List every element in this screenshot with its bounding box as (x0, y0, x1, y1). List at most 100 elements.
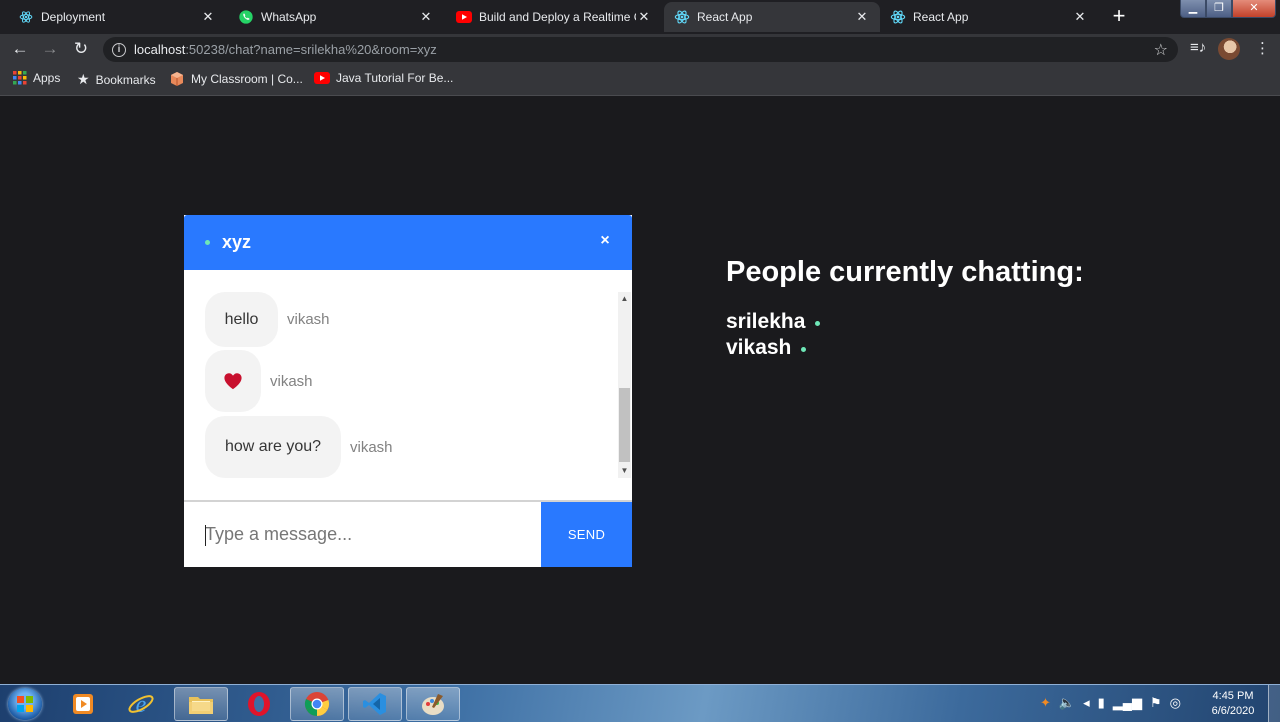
speaker-icon[interactable]: 🔈 (1059, 695, 1075, 711)
system-tray: ✦ 🔈 ◂ ▮ ▂▄▆ ⚑ ◎ (1040, 695, 1181, 711)
message-item: hello vikash (205, 292, 330, 347)
message-text: how are you? (224, 438, 322, 455)
back-button[interactable]: ← (9, 38, 31, 60)
react-icon (18, 9, 34, 25)
tab-whatsapp[interactable]: WhatsApp ✕ (228, 2, 444, 32)
react-icon (674, 9, 690, 25)
battery-icon[interactable]: ▮ (1098, 695, 1105, 711)
message-sender: vikash (270, 372, 313, 390)
message-item: how are you? vikash (205, 416, 393, 478)
chat-container: xyz × hello vikash vikash how are you? v… (184, 215, 632, 567)
tab-close-icon[interactable]: ✕ (854, 9, 870, 25)
tab-title: React App (913, 10, 969, 24)
vscode-icon[interactable] (348, 687, 402, 721)
message-bubble: how are you? (205, 416, 341, 478)
user-name: vikash (726, 336, 792, 359)
paint-icon[interactable] (406, 687, 460, 721)
clock-date: 6/6/2020 (1211, 705, 1255, 717)
message-bubble (205, 350, 261, 412)
message-sender: vikash (287, 311, 330, 328)
internet-explorer-icon[interactable]: e (114, 687, 168, 721)
message-sender: vikash (350, 438, 393, 456)
scroll-thumb[interactable] (619, 388, 630, 462)
message-bubble: hello (205, 292, 278, 347)
file-explorer-icon[interactable] (174, 687, 228, 721)
sync-icon[interactable]: ◎ (1170, 695, 1181, 711)
minimize-button[interactable]: ▁ (1180, 0, 1206, 18)
bookmark-label: My Classroom | Co... (191, 72, 303, 86)
user-list-item: srilekha (726, 309, 1084, 335)
menu-kebab-icon[interactable]: ⋮ (1255, 39, 1270, 57)
volume-icon[interactable]: ◂ (1083, 695, 1090, 711)
new-tab-button[interactable]: + (1105, 4, 1133, 30)
chrome-icon[interactable] (290, 687, 344, 721)
message-input[interactable] (184, 502, 541, 567)
user-name: srilekha (726, 310, 806, 333)
start-button[interactable] (8, 688, 42, 720)
apps-grid-icon (13, 71, 27, 85)
online-icon (815, 320, 821, 326)
info-icon[interactable]: i (112, 42, 126, 57)
close-window-button[interactable]: ✕ (1232, 0, 1276, 18)
message-text: hello (224, 310, 259, 328)
clock-time: 4:45 PM (1212, 690, 1254, 702)
room-name: xyz (222, 232, 252, 252)
scroll-up-icon[interactable]: ▲ (618, 292, 631, 306)
tab-youtube-tutorial[interactable]: Build and Deploy a Realtime Ch ✕ (446, 2, 662, 32)
tab-close-icon[interactable]: ✕ (418, 9, 434, 25)
tab-close-icon[interactable]: ✕ (1072, 9, 1088, 25)
opera-icon[interactable] (232, 687, 286, 721)
browser-tab-strip: Deployment ✕ WhatsApp ✕ Build and Deploy… (0, 0, 1280, 34)
taskbar-clock[interactable]: 4:45 PM 6/6/2020 (1200, 689, 1266, 719)
windows-media-icon[interactable] (56, 687, 110, 721)
online-icon (801, 346, 807, 352)
address-bar[interactable]: i localhost:50238/chat?name=srilekha%20&… (103, 37, 1178, 62)
network-signal-icon[interactable]: ▂▄▆ (1113, 695, 1142, 711)
show-desktop-button[interactable] (1268, 685, 1280, 722)
bookmark-label: Java Tutorial For Be... (336, 71, 454, 85)
people-title: People currently chatting: (726, 256, 1084, 288)
tab-title: Deployment (41, 10, 106, 24)
bookmark-apps[interactable]: Apps (13, 71, 60, 85)
url-path: :50238/chat?name=srilekha%20&room=xyz (185, 42, 437, 57)
media-control-icon[interactable]: ≡♪ (1190, 39, 1206, 56)
windows-logo-icon (17, 696, 33, 712)
user-list-item: vikash (726, 335, 1084, 361)
messages-list[interactable]: hello vikash vikash how are you? vikash … (184, 270, 632, 500)
chat-header: xyz × (184, 215, 632, 270)
tab-title: Build and Deploy a Realtime Ch (479, 10, 636, 24)
youtube-icon (456, 9, 472, 25)
messages-scrollbar[interactable]: ▲ ▼ (618, 292, 631, 478)
bookmarks-bar: Apps ★ Bookmarks My Classroom | Co... Ja… (0, 64, 1280, 96)
tab-react-app-active[interactable]: React App ✕ (664, 2, 880, 32)
browser-toolbar: ← → ↻ i localhost:50238/chat?name=srilek… (0, 34, 1280, 64)
people-panel: People currently chatting: srilekha vika… (726, 256, 1084, 361)
react-icon (890, 9, 906, 25)
maximize-button[interactable]: ❐ (1206, 0, 1232, 18)
text-caret (205, 525, 206, 546)
bookmark-my-classroom[interactable]: My Classroom | Co... (169, 71, 303, 87)
tab-deployment[interactable]: Deployment ✕ (0, 2, 226, 32)
tab-close-icon[interactable]: ✕ (200, 9, 216, 25)
reload-button[interactable]: ↻ (70, 38, 92, 60)
profile-avatar[interactable] (1218, 38, 1240, 60)
whatsapp-icon (238, 9, 254, 25)
scroll-down-icon[interactable]: ▼ (618, 464, 631, 478)
windows-taskbar: e ✦ 🔈 ◂ ▮ ▂▄▆ ⚑ ◎ 4:45 PM 6/6/2020 (0, 684, 1280, 722)
forward-button[interactable]: → (39, 38, 61, 60)
send-button[interactable]: send (541, 502, 632, 567)
action-center-icon[interactable]: ⚑ (1150, 695, 1162, 711)
tab-title: React App (697, 10, 753, 24)
url-host: localhost (134, 42, 186, 57)
bookmark-star-icon[interactable]: ☆ (1154, 40, 1168, 60)
tab-react-app[interactable]: React App ✕ (882, 2, 1098, 32)
bookmark-bookmarks[interactable]: ★ Bookmarks (77, 71, 156, 88)
bookmark-java-tutorial[interactable]: Java Tutorial For Be... (314, 71, 453, 85)
heart-icon (224, 373, 242, 390)
tray-app-icon[interactable]: ✦ (1040, 695, 1051, 711)
tab-title: WhatsApp (261, 10, 317, 24)
classroom-icon (169, 71, 185, 87)
close-chat-button[interactable]: × (597, 232, 613, 250)
tab-close-icon[interactable]: ✕ (636, 9, 652, 25)
online-icon (205, 240, 210, 245)
